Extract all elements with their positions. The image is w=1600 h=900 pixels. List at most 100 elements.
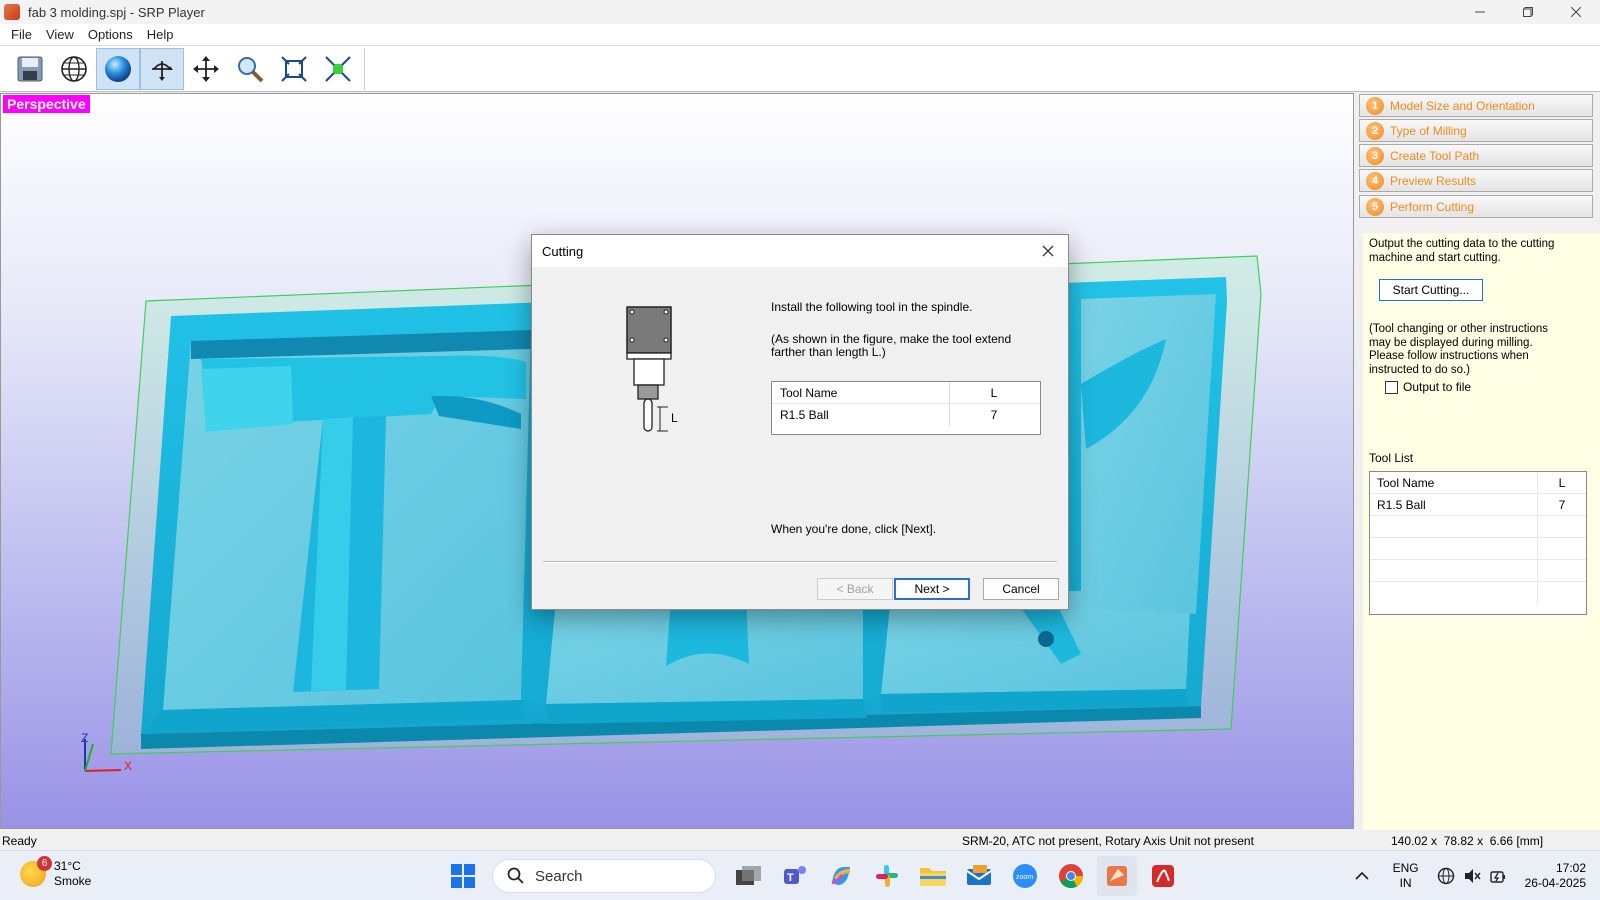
task-view-icon: [736, 866, 761, 885]
taskbar: 6 31°C Smoke Search T zoom ENG IN 17:02 …: [0, 850, 1600, 900]
zoom-button[interactable]: [228, 48, 272, 90]
pan-button[interactable]: [184, 48, 228, 90]
task-view-button[interactable]: [729, 856, 769, 896]
toolbar: [0, 46, 1600, 92]
sphere-render-icon: [105, 56, 131, 82]
checkbox-box[interactable]: [1385, 380, 1398, 394]
minimize-button[interactable]: [1456, 0, 1504, 24]
mail-icon: [966, 865, 992, 885]
step-label: Preview Results: [1390, 173, 1477, 188]
dialog-title-bar: Cutting: [532, 235, 1068, 267]
cancel-button[interactable]: Cancel: [983, 578, 1059, 600]
cutting-dialog: Cutting L Install the following tool in …: [531, 234, 1069, 610]
done-instruction: When you're done, click [Next].: [771, 522, 937, 536]
zoom-app-button[interactable]: zoom: [1005, 856, 1045, 896]
teams-button[interactable]: T: [775, 856, 815, 896]
header-length: L: [990, 385, 998, 400]
table-row[interactable]: R1.5 Ball 7: [772, 404, 1040, 426]
clock-time: 17:02: [1555, 861, 1586, 875]
table-header-row: Tool Name L: [772, 382, 1040, 404]
chrome-icon: [1059, 864, 1083, 889]
speaker-muted-icon[interactable]: [1463, 867, 1481, 885]
slack-button[interactable]: [867, 856, 907, 896]
rotate-view-button[interactable]: [140, 48, 184, 90]
dialog-close-button[interactable]: [1036, 239, 1060, 263]
fit-all-button[interactable]: [272, 48, 316, 90]
copilot-icon: [831, 867, 851, 885]
teams-icon: T: [784, 866, 806, 884]
chevron-up-icon[interactable]: [1355, 871, 1369, 881]
table-row-empty: [1370, 582, 1586, 604]
header-tool-name: Tool Name: [1370, 472, 1538, 493]
srp-player-taskbar-button[interactable]: [1097, 856, 1137, 896]
tool-list-table: Tool Name L R1.5 Ball 7: [1369, 471, 1587, 615]
close-window-button[interactable]: [1552, 0, 1600, 24]
search-icon: [507, 867, 524, 884]
window-title: fab 3 molding.spj - SRP Player: [28, 4, 205, 20]
title-bar: fab 3 molding.spj - SRP Player: [0, 0, 1600, 24]
close-icon: [1571, 7, 1581, 17]
start-button[interactable]: [443, 856, 483, 896]
step-number-badge: 4: [1366, 171, 1384, 190]
menu-file[interactable]: File: [4, 27, 39, 42]
copilot-button[interactable]: [821, 856, 861, 896]
acrobat-icon: [1152, 865, 1174, 887]
zoom-icon: [238, 57, 264, 83]
fit-selection-button[interactable]: [316, 48, 360, 90]
mail-button[interactable]: [959, 856, 999, 896]
rotate-view-icon: [152, 61, 173, 81]
step-perform-cutting[interactable]: 5 Perform Cutting: [1359, 195, 1593, 218]
spindle-tool-figure: L: [624, 305, 694, 445]
weather-widget[interactable]: 6 31°C Smoke: [20, 856, 91, 889]
next-button[interactable]: Next >: [894, 578, 970, 600]
save-button[interactable]: [8, 48, 52, 90]
menu-view[interactable]: View: [39, 27, 81, 42]
menu-options[interactable]: Options: [81, 27, 140, 42]
srp-player-app-icon: [4, 4, 20, 20]
spindle-icon: [626, 306, 672, 432]
wireframe-view-button[interactable]: [52, 48, 96, 90]
weather-badge: 6: [37, 856, 52, 871]
table-row[interactable]: R1.5 Ball 7: [1370, 494, 1586, 516]
step-type-of-milling[interactable]: 2 Type of Milling: [1359, 119, 1593, 142]
status-bar: Ready SRM-20, ATC not present, Rotary Ax…: [0, 830, 1600, 850]
battery-icon[interactable]: [1489, 867, 1507, 885]
start-cutting-button[interactable]: Start Cutting...: [1379, 279, 1483, 301]
chrome-button[interactable]: [1051, 856, 1091, 896]
svg-text:Z: Z: [81, 731, 88, 745]
dialog-title: Cutting: [542, 243, 584, 259]
svg-text:zoom: zoom: [1016, 874, 1033, 881]
render-view-button[interactable]: [96, 48, 140, 90]
status-model-size: 140.02 x 78.82 x 6.66 [mm]: [1391, 834, 1544, 848]
output-to-file-label: Output to file: [1403, 380, 1472, 394]
folder-icon: [920, 868, 946, 886]
weather-temp: 31°C: [54, 859, 81, 873]
svg-text:T: T: [787, 872, 794, 884]
step-create-tool-path[interactable]: 3 Create Tool Path: [1359, 144, 1593, 167]
zoom-app-icon: zoom: [1013, 864, 1037, 888]
output-to-file-checkbox[interactable]: Output to file: [1385, 380, 1471, 394]
close-icon: [1042, 245, 1054, 257]
taskbar-search[interactable]: Search: [492, 859, 716, 893]
system-clock[interactable]: 17:02 26-04-2025: [1525, 861, 1586, 891]
menu-help[interactable]: Help: [140, 27, 181, 42]
region-code: IN: [1399, 876, 1412, 890]
restore-button[interactable]: [1504, 0, 1552, 24]
file-explorer-button[interactable]: [913, 856, 953, 896]
step-label: Create Tool Path: [1390, 148, 1480, 163]
save-icon: [17, 56, 43, 82]
acrobat-button[interactable]: [1143, 856, 1183, 896]
windows-start-icon: [451, 864, 475, 888]
svg-text:X: X: [124, 759, 132, 773]
network-icon[interactable]: [1437, 867, 1455, 885]
back-button[interactable]: < Back: [817, 578, 893, 600]
status-ready: Ready: [2, 834, 37, 848]
step-label: Model Size and Orientation: [1390, 98, 1535, 113]
input-language[interactable]: ENG IN: [1393, 861, 1419, 891]
step-model-size-orientation[interactable]: 1 Model Size and Orientation: [1359, 94, 1593, 117]
step-preview-results[interactable]: 4 Preview Results: [1359, 169, 1593, 192]
dialog-separator: [543, 561, 1057, 563]
step-number-badge: 2: [1366, 121, 1384, 140]
table-header-row: Tool Name L: [1370, 472, 1586, 494]
tool-length-cell: 7: [1558, 497, 1566, 512]
